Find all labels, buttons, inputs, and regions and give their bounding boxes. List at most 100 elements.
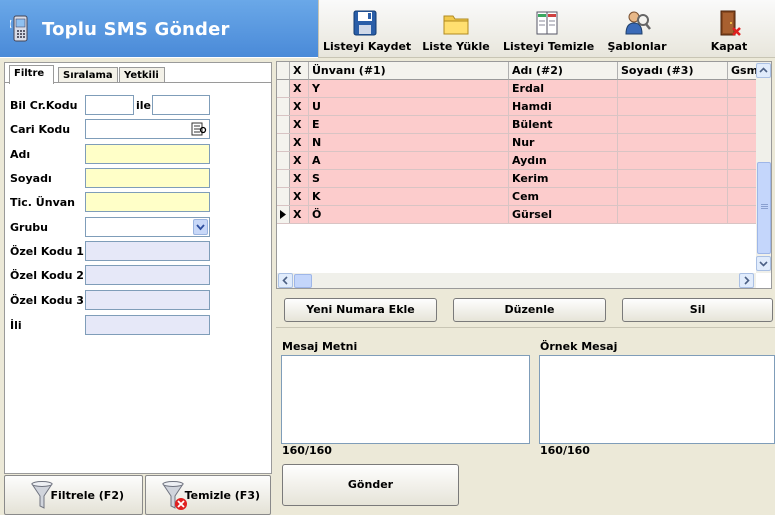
vertical-scrollbar[interactable] <box>756 62 771 273</box>
edit-button[interactable]: Düzenle <box>453 298 606 322</box>
delete-button[interactable]: Sil <box>622 298 773 322</box>
table-row[interactable]: X Y Erdal <box>277 80 757 98</box>
cell-gsm[interactable] <box>728 206 757 223</box>
cell-x[interactable]: X <box>290 80 309 97</box>
cell-adi[interactable]: Hamdi <box>509 98 618 115</box>
scroll-up-button[interactable] <box>756 63 771 78</box>
cell-soyadi[interactable] <box>618 206 728 223</box>
row-selector[interactable] <box>277 80 290 97</box>
cell-x[interactable]: X <box>290 134 309 151</box>
message-text-input[interactable] <box>281 355 530 444</box>
row-selector[interactable] <box>277 152 290 169</box>
table-row[interactable]: X K Cem <box>277 188 757 206</box>
column-header-gsm[interactable]: Gsm <box>728 62 757 80</box>
bil-cr-kodu-to-input[interactable] <box>152 95 210 115</box>
load-list-button[interactable]: Liste Yükle <box>417 4 495 56</box>
cell-unvan[interactable]: N <box>309 134 509 151</box>
cell-adi[interactable]: Cem <box>509 188 618 205</box>
cell-x[interactable]: X <box>290 116 309 133</box>
column-header-unvan[interactable]: Ünvanı (#1) <box>309 62 509 80</box>
ozel-kodu-2-input[interactable] <box>85 265 210 285</box>
cell-unvan[interactable]: Ö <box>309 206 509 223</box>
scroll-left-button[interactable] <box>278 273 293 288</box>
cell-gsm[interactable] <box>728 80 757 97</box>
cell-x[interactable]: X <box>290 98 309 115</box>
cari-kodu-input[interactable] <box>85 119 210 139</box>
tic-unvan-label: Tic. Ünvan <box>10 196 75 209</box>
cell-adi[interactable]: Erdal <box>509 80 618 97</box>
cell-gsm[interactable] <box>728 134 757 151</box>
cell-x[interactable]: X <box>290 170 309 187</box>
dropdown-button[interactable] <box>193 219 208 235</box>
cell-x[interactable]: X <box>290 188 309 205</box>
cell-gsm[interactable] <box>728 188 757 205</box>
column-header-x[interactable]: X <box>290 62 309 80</box>
clear-list-button[interactable]: Listeyi Temizle <box>503 4 594 56</box>
templates-button[interactable]: Şablonlar <box>601 4 673 56</box>
row-selector[interactable] <box>277 170 290 187</box>
cell-adi[interactable]: Kerim <box>509 170 618 187</box>
cell-adi[interactable]: Gürsel <box>509 206 618 223</box>
add-number-button[interactable]: Yeni Numara Ekle <box>284 298 437 322</box>
ozel-kodu-2-label: Özel Kodu 2 <box>10 269 84 282</box>
cell-adi[interactable]: Nur <box>509 134 618 151</box>
row-selector[interactable] <box>277 98 290 115</box>
table-row[interactable]: X Ö Gürsel <box>277 206 757 224</box>
cell-soyadi[interactable] <box>618 134 728 151</box>
column-header-soyadi[interactable]: Soyadı (#3) <box>618 62 728 80</box>
tab-yetkili[interactable]: Yetkili <box>119 67 165 83</box>
scroll-down-button[interactable] <box>756 256 771 271</box>
cell-gsm[interactable] <box>728 98 757 115</box>
cell-adi[interactable]: Aydın <box>509 152 618 169</box>
clear-filter-button[interactable]: Temizle (F3) <box>145 475 271 515</box>
cell-gsm[interactable] <box>728 170 757 187</box>
table-row[interactable]: X S Kerim <box>277 170 757 188</box>
cell-soyadi[interactable] <box>618 98 728 115</box>
save-list-button[interactable]: Listeyi Kaydet <box>323 4 411 56</box>
ozel-kodu-1-input[interactable] <box>85 241 210 261</box>
cell-soyadi[interactable] <box>618 188 728 205</box>
cell-unvan[interactable]: U <box>309 98 509 115</box>
column-header-adi[interactable]: Adı (#2) <box>509 62 618 80</box>
table-row[interactable]: X E Bülent <box>277 116 757 134</box>
ili-input[interactable] <box>85 315 210 335</box>
table-row[interactable]: X A Aydın <box>277 152 757 170</box>
row-selector[interactable] <box>277 188 290 205</box>
table-row[interactable]: X U Hamdi <box>277 98 757 116</box>
lookup-icon[interactable] <box>191 122 207 136</box>
cell-unvan[interactable]: S <box>309 170 509 187</box>
row-selector[interactable] <box>277 134 290 151</box>
tab-filtre[interactable]: Filtre <box>9 65 54 84</box>
ozel-kodu-3-input[interactable] <box>85 290 210 310</box>
cell-unvan[interactable]: E <box>309 116 509 133</box>
cell-x[interactable]: X <box>290 152 309 169</box>
scroll-right-button[interactable] <box>739 273 754 288</box>
cell-soyadi[interactable] <box>618 80 728 97</box>
row-selector[interactable] <box>277 116 290 133</box>
soyadi-input[interactable] <box>85 168 210 188</box>
cell-unvan[interactable]: Y <box>309 80 509 97</box>
grubu-select[interactable] <box>85 217 210 237</box>
tic-unvan-input[interactable] <box>85 192 210 212</box>
cell-adi[interactable]: Bülent <box>509 116 618 133</box>
recipients-grid[interactable]: X Ünvanı (#1) Adı (#2) Soyadı (#3) Gsm X… <box>276 61 772 289</box>
h-scroll-thumb[interactable] <box>294 274 312 288</box>
scroll-thumb[interactable] <box>757 162 771 254</box>
cell-soyadi[interactable] <box>618 116 728 133</box>
close-button[interactable]: Kapat <box>693 4 765 56</box>
cell-soyadi[interactable] <box>618 170 728 187</box>
row-selector[interactable] <box>277 206 290 223</box>
horizontal-scrollbar[interactable] <box>277 273 756 288</box>
bil-cr-kodu-from-input[interactable] <box>85 95 134 115</box>
cell-unvan[interactable]: A <box>309 152 509 169</box>
cell-unvan[interactable]: K <box>309 188 509 205</box>
filter-button[interactable]: Filtrele (F2) <box>4 475 143 515</box>
cell-gsm[interactable] <box>728 116 757 133</box>
tab-siralama[interactable]: Sıralama <box>58 67 118 83</box>
cell-soyadi[interactable] <box>618 152 728 169</box>
cell-x[interactable]: X <box>290 206 309 223</box>
send-button[interactable]: Gönder <box>282 464 459 506</box>
cell-gsm[interactable] <box>728 152 757 169</box>
adi-input[interactable] <box>85 144 210 164</box>
table-row[interactable]: X N Nur <box>277 134 757 152</box>
